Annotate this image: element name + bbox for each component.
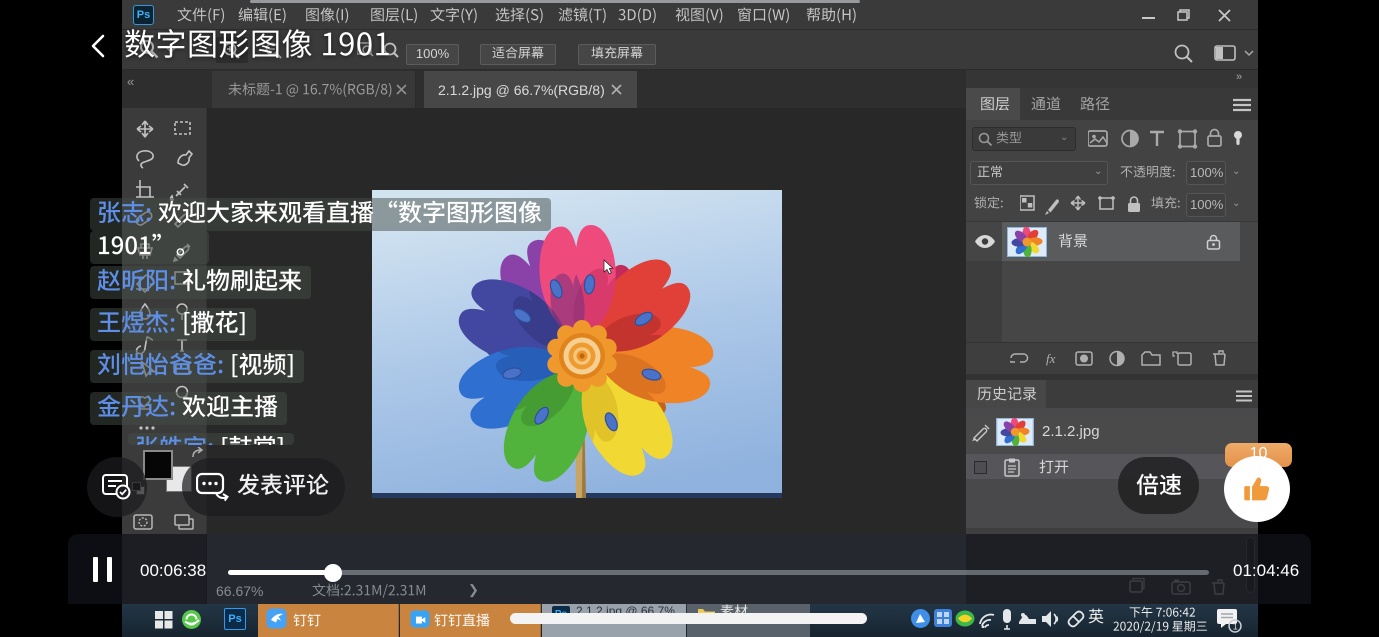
svg-text:fx: fx xyxy=(1046,351,1056,366)
svg-text:1: 1 xyxy=(1233,622,1238,632)
